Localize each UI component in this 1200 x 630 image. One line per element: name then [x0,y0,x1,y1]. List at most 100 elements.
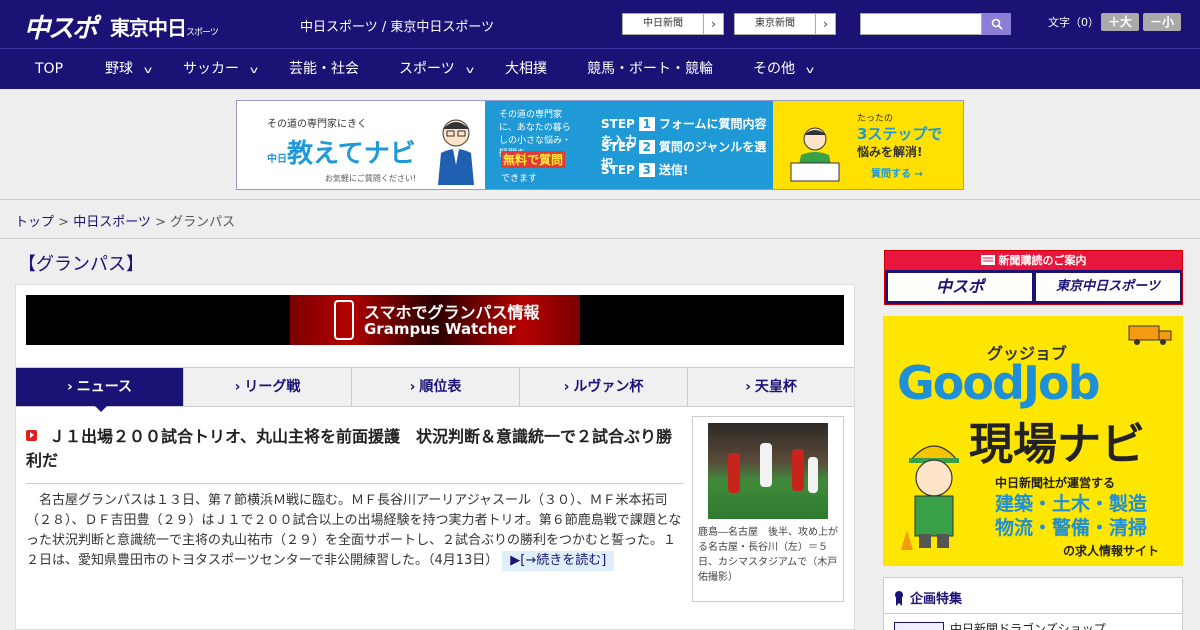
tab-league[interactable]: › リーグ戦 [184,368,352,406]
nav-item-sports[interactable]: スポーツ v [399,49,474,89]
banner-mid-can: できます [501,174,538,184]
top-header: 中スポ 東京中日スポーツ 中日スポーツ / 東京中日スポーツ 中日新聞 › 東京… [0,0,1200,48]
tab-label: ニュース [76,379,133,395]
worker-character-icon [901,445,959,550]
photo-player [728,453,740,493]
page-title: 【グランパス】 [18,254,144,275]
site-names: 中日スポーツ / 東京中日スポーツ [300,20,495,35]
chevron-right-icon: › [703,14,723,34]
chevron-down-icon: v [249,65,259,76]
font-larger-button[interactable]: ＋大 [1101,13,1139,31]
tab-label: 天皇杯 [754,379,797,395]
search-button[interactable] [982,13,1011,35]
nav-item-other[interactable]: その他 v [753,49,814,89]
grampus-watcher-banner[interactable]: スマホでグランパス情報 Grampus Watcher [26,295,844,345]
tokyo-chunichi-logo[interactable]: 東京中日スポーツ [110,12,219,41]
nav-item-label: 芸能・社会 [289,61,359,77]
divider [26,483,684,484]
chevron-right-icon: › [409,379,416,395]
smartphone-icon [334,300,354,340]
breadcrumb-separator: > [150,215,171,230]
feature-thumbnail[interactable] [894,622,944,630]
banner-step-3: STEP 3 送信! [601,161,688,178]
tab-label: リーグ戦 [244,379,301,395]
chevron-right-icon: › [815,14,835,34]
nav-item-label: その他 [753,61,795,77]
goodjob-brand: GoodJob [897,356,1101,410]
banner-cta[interactable]: 質問する → [871,165,923,180]
article-headline[interactable]: Ｊ１出場２００試合トリオ、丸山主将を前面援護 状況判断＆意識統一で２試合ぶり勝利… [26,425,684,473]
chevron-right-icon: › [563,379,570,395]
font-smaller-button[interactable]: －小 [1143,13,1181,31]
breadcrumb-home-link[interactable]: トップ [15,215,54,230]
tab-levain-cup[interactable]: › ルヴァン杯 [520,368,688,406]
nav-item-top[interactable]: TOP [35,49,63,89]
step-prefix: STEP [601,117,635,131]
chunichi-shimbun-button[interactable]: 中日新聞 › [622,13,724,35]
chevron-right-icon: › [234,379,241,395]
subscribe-tokyo-button[interactable]: 東京中日スポーツ [1036,273,1180,301]
photo-player [792,449,804,491]
tab-label: ルヴァン杯 [573,379,644,395]
nav-item-sumo[interactable]: 大相撲 [505,49,547,89]
banner-right-steps: 3ステップで [857,125,943,143]
section-tabs: › ニュース › リーグ戦 › 順位表 › ルヴァン杯 › 天皇杯 [16,367,854,407]
goodjob-sub: 中日新聞社が運営する [995,476,1116,490]
truck-icon [1128,325,1172,345]
breadcrumb-current: グランパス [170,215,236,230]
subscription-logos: 中スポ 東京中日スポーツ [885,270,1182,304]
feature-item-link[interactable]: 中日新聞ドラゴンズショップ [950,620,1106,630]
tab-emperors-cup[interactable]: › 天皇杯 [688,368,854,406]
goodjob-banner[interactable]: グッジョブ GoodJob 現場ナビ 中日新聞社が運営する 建築・土木・製造 物… [883,316,1183,566]
nav-item-label: 大相撲 [505,61,547,77]
breadcrumb: トップ > 中日スポーツ > グランパス [0,201,1200,239]
goodjob-fields: 建築・土木・製造 物流・警備・清掃 [995,493,1167,539]
tokyo-logo-text: 東京中日 [110,16,187,40]
tokyo-shimbun-label: 東京新聞 [755,18,795,29]
active-tab-pointer [94,405,108,412]
article-photo[interactable] [708,423,828,519]
nav-item-soccer[interactable]: サッカー v [183,49,259,89]
tab-standings[interactable]: › 順位表 [352,368,520,406]
chuspo-logo[interactable]: 中スポ [24,8,98,45]
subscription-header-text: 新聞購読のご案内 [998,254,1087,267]
laptop-person-icon [790,127,840,182]
step-number: 2 [638,140,655,154]
subscription-header: 新聞購読のご案内 [885,251,1182,270]
search-icon [991,18,1003,30]
oshiete-navi-banner[interactable]: その道の専門家にきく 中日教えてナビ お気軽にご質問ください! その道の専門家に… [236,100,964,190]
read-more-link[interactable]: ▶[→続きを読む] [502,551,615,571]
grampus-banner-line2: Grampus Watcher [364,320,516,338]
photo-player [760,443,772,487]
step-prefix: STEP [601,163,635,177]
main-nav: TOP 野球 v サッカー v 芸能・社会 スポーツ v 大相撲 競馬・ボート・競輪 … [0,48,1200,89]
tab-news[interactable]: › ニュース [16,368,184,406]
font-size-label: 文字（0） [1048,16,1099,29]
special-features-box: 企画特集 中日新聞ドラゴンズショップ [883,577,1183,630]
nav-item-racing[interactable]: 競馬・ボート・競輪 [587,49,713,89]
search-input[interactable] [860,13,982,35]
banner-middle: その道の専門家に、あなたの暮らしの小さな悩み・疑問を 無料で質問 できます ST… [485,101,773,189]
tokyo-shimbun-button[interactable]: 東京新聞 › [734,13,836,35]
special-features-title: 企画特集 [910,592,963,607]
chevron-right-icon: › [745,379,751,395]
tokyo-logo-small: スポーツ [186,28,219,38]
chevron-down-icon: v [143,65,153,76]
banner-left-small: その道の専門家にきく [267,119,367,130]
nav-item-label: 競馬・ボート・競輪 [587,61,713,77]
newspaper-icon [980,255,995,265]
nav-item-baseball[interactable]: 野球 v [105,49,153,89]
ad-area: その道の専門家にきく 中日教えてナビ お気軽にご質問ください! その道の専門家に… [0,90,1200,200]
chunichi-shimbun-label: 中日新聞 [643,18,683,29]
banner-left-note: お気軽にご質問ください! [325,174,417,183]
goodjob-title: 現場ナビ [969,419,1145,470]
chevron-right-icon: › [66,379,73,395]
subscription-box: 新聞購読のご案内 中スポ 東京中日スポーツ [884,250,1183,305]
nav-item-label: TOP [35,61,64,77]
banner-brand-prefix: 中日 [267,154,287,165]
banner-brand-text: 教えてナビ [287,139,416,169]
breadcrumb-section-link[interactable]: 中日スポーツ [73,215,151,230]
article-headline-text: Ｊ１出場２００試合トリオ、丸山主将を前面援護 状況判断＆意識統一で２試合ぶり勝利… [26,427,673,470]
subscribe-chuspo-button[interactable]: 中スポ [888,273,1032,301]
nav-item-entertainment[interactable]: 芸能・社会 [289,49,359,89]
